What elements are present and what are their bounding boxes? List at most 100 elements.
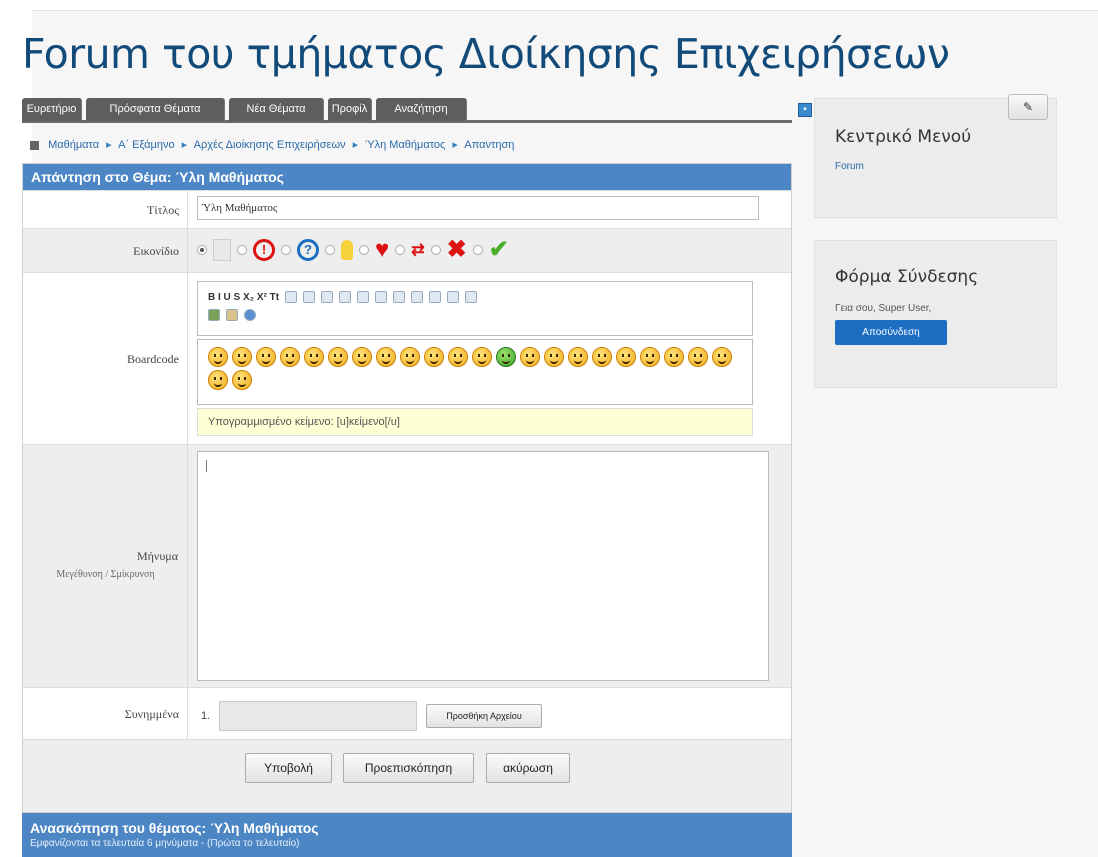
preview-button[interactable]: Προεπισκόπηση (343, 753, 474, 783)
topic-review-header: Ανασκόπηση του θέματος: Ύλη Μαθήματος Εμ… (22, 813, 792, 857)
attachment-number: 1. (201, 710, 211, 722)
breadcrumb-separator-icon: ▸ (106, 139, 112, 151)
icon-radio[interactable] (472, 245, 483, 255)
format-buttons[interactable]: B I U S X₂ X² Tt (208, 292, 279, 303)
smiley-icon[interactable] (520, 347, 540, 367)
smiley-icon[interactable] (472, 347, 492, 367)
breadcrumb-item[interactable]: Α΄ Εξάμηνο (118, 139, 174, 151)
login-title: Φόρμα Σύνδεσης (835, 267, 979, 287)
collapse-icon[interactable]: ▪ (798, 103, 812, 117)
list-icon[interactable] (285, 291, 298, 303)
breadcrumb-separator-icon: ▸ (181, 139, 188, 151)
forum-link[interactable]: Forum (835, 161, 864, 172)
exclamation-icon: ! (253, 239, 275, 261)
smiley-icon[interactable] (232, 347, 252, 367)
edit-icon[interactable]: ✎ (1008, 94, 1048, 120)
smiley-icon[interactable] (568, 347, 588, 367)
page-icon (213, 239, 231, 261)
smiley-icon[interactable] (712, 347, 732, 367)
map-icon[interactable] (208, 309, 220, 321)
tab-index[interactable]: Ευρετήριο (22, 98, 82, 121)
home-icon[interactable] (30, 140, 39, 150)
tab-search[interactable]: Αναζήτηση (376, 98, 467, 121)
quote-icon[interactable] (375, 291, 388, 303)
message-label: Μήνυμα (136, 549, 178, 563)
boardcode-label: Boardcode (23, 273, 188, 444)
icon-radio[interactable] (197, 245, 207, 255)
icon-radio[interactable] (281, 245, 291, 255)
text-caret (206, 460, 207, 472)
tab-new-topics[interactable]: Νέα Θέματα (229, 98, 324, 121)
smiley-icon[interactable] (304, 347, 324, 367)
heart-icon: ♥ (375, 236, 390, 263)
message-row: Μήνυμα Μεγέθυνση / Σμίκρυνση (23, 444, 791, 687)
logout-button[interactable]: Αποσύνδεση (835, 320, 947, 345)
breadcrumb-separator-icon: ▸ (352, 139, 359, 151)
breadcrumb: Μαθήματα ▸ Α΄ Εξάμηνο ▸ Αρχές Διοίκησης … (22, 132, 792, 158)
reply-form: Απάντηση στο Θέμα: Ύλη Μαθήματος Τίτλος … (22, 163, 792, 813)
icon-row: Εικονίδιο ! ? ♥ ⇄ ✖ ✔ (23, 228, 791, 272)
attachments-label: Συνημμένα (23, 688, 188, 739)
smiley-icon[interactable] (424, 347, 444, 367)
smiley-icon[interactable] (448, 347, 468, 367)
help-icon[interactable] (244, 309, 256, 321)
site-title: Forum του τμήματος Διοίκησης Επιχειρήσεω… (22, 30, 950, 78)
smiley-icon[interactable] (544, 347, 564, 367)
code-icon[interactable] (393, 291, 406, 303)
table-icon[interactable] (411, 291, 424, 303)
smiley-icon[interactable] (256, 347, 276, 367)
smiley-icon[interactable] (688, 347, 708, 367)
smiley-icon[interactable] (640, 347, 660, 367)
resize-text[interactable]: Μεγέθυνση / Σμίκρυνση (23, 569, 188, 580)
smiley-icon[interactable] (328, 347, 348, 367)
align-left-icon[interactable] (321, 291, 334, 303)
ebay-icon[interactable] (226, 309, 238, 321)
bbcode-help-text: Υπογραμμισμένο κείμενο: [u]κείμενο[/u] (197, 408, 753, 436)
smiley-icon[interactable] (664, 347, 684, 367)
reply-header: Απάντηση στο Θέμα: Ύλη Μαθήματος (23, 164, 791, 190)
file-input[interactable] (219, 701, 417, 731)
greeting-text: Γεια σου, Super User, (835, 303, 932, 314)
tab-recent-topics[interactable]: Πρόσφατα Θέματα (86, 98, 225, 121)
tab-bar: Ευρετήριο Πρόσφατα Θέματα Νέα Θέματα Προ… (22, 96, 812, 123)
link-icon[interactable] (447, 291, 460, 303)
breadcrumb-item[interactable]: Αρχές Διοίκησης Επιχειρήσεων (194, 139, 346, 151)
ordered-list-icon[interactable] (303, 291, 316, 303)
smiley-icon[interactable] (208, 370, 228, 390)
icon-picker: ! ? ♥ ⇄ ✖ ✔ (197, 236, 509, 264)
smiley-icon[interactable] (280, 347, 300, 367)
smiley-icon[interactable] (376, 347, 396, 367)
smiley-icon[interactable] (496, 347, 516, 367)
title-input[interactable]: Ύλη Μαθήματος (197, 196, 759, 220)
align-right-icon[interactable] (357, 291, 370, 303)
icon-radio[interactable] (430, 245, 441, 255)
smiley-icon[interactable] (400, 347, 420, 367)
breadcrumb-item[interactable]: Μαθήματα (48, 139, 99, 151)
icon-radio[interactable] (395, 245, 406, 255)
submit-button[interactable]: Υποβολή (245, 753, 332, 783)
video-icon[interactable] (465, 291, 478, 303)
login-panel: Φόρμα Σύνδεσης Γεια σου, Super User, Απο… (814, 240, 1057, 388)
review-subtitle: Εμφανίζονται τα τελευταία 6 μηνύματα - (… (30, 838, 300, 849)
add-file-button[interactable]: Προσθήκη Αρχείου (426, 704, 542, 728)
breadcrumb-item[interactable]: Απαντηση (464, 139, 514, 151)
icon-radio[interactable] (237, 245, 247, 255)
image-icon[interactable] (429, 291, 442, 303)
align-center-icon[interactable] (339, 291, 352, 303)
message-textarea[interactable] (197, 451, 769, 681)
buttons-row: Υποβολή Προεπισκόπηση ακύρωση (23, 739, 791, 812)
smiley-icon[interactable] (208, 347, 228, 367)
smiley-icon[interactable] (616, 347, 636, 367)
question-icon: ? (297, 239, 319, 261)
review-title: Ανασκόπηση του θέματος: Ύλη Μαθήματος (30, 820, 319, 836)
smiley-icon[interactable] (592, 347, 612, 367)
icon-radio[interactable] (325, 245, 335, 255)
smiley-icon[interactable] (352, 347, 372, 367)
title-row: Τίτλος Ύλη Μαθήματος (23, 190, 791, 228)
icon-radio[interactable] (359, 245, 369, 255)
message-label-cell: Μήνυμα Μεγέθυνση / Σμίκρυνση (23, 445, 188, 687)
breadcrumb-item[interactable]: Ύλη Μαθήματος (365, 139, 445, 151)
cancel-button[interactable]: ακύρωση (486, 753, 570, 783)
smiley-icon[interactable] (232, 370, 252, 390)
tab-profile[interactable]: Προφίλ (328, 98, 372, 121)
